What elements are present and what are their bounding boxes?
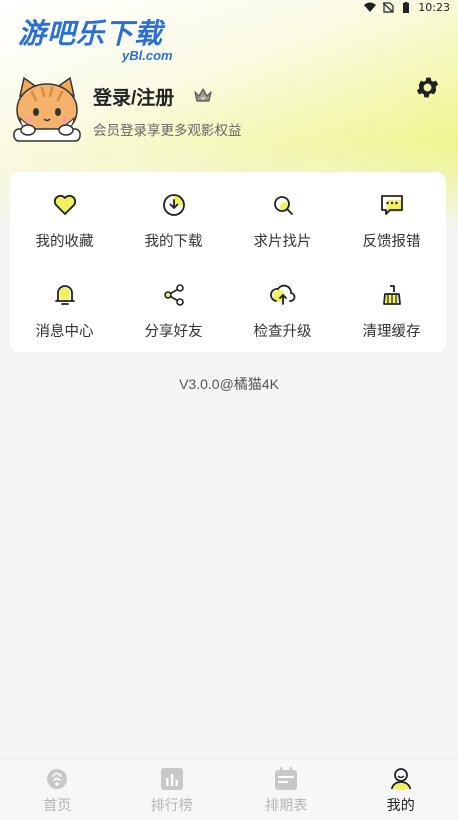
- avatar[interactable]: [12, 74, 82, 144]
- download-icon: [162, 194, 185, 216]
- tab-home[interactable]: 首页: [0, 759, 115, 820]
- broom-icon: [382, 285, 401, 305]
- watermark-title: 游吧乐下载: [18, 18, 164, 49]
- calendar-icon: [275, 767, 298, 790]
- menu-item-feedback[interactable]: 反馈报错: [337, 172, 446, 262]
- watermark-logo: 游吧乐下载 yBl.com: [18, 18, 188, 66]
- tab-label: 排期表: [265, 797, 308, 813]
- menu-item-label: 求片找片: [253, 234, 312, 250]
- home-icon: [47, 769, 68, 789]
- menu-item-label: 反馈报错: [362, 234, 421, 250]
- menu-item-clear-cache[interactable]: 清理缓存: [337, 262, 446, 352]
- menu-item-downloads[interactable]: 我的下载: [119, 172, 228, 262]
- menu-item-check-upgrade[interactable]: 检查升级: [228, 262, 337, 352]
- feedback-icon: [380, 195, 403, 215]
- heart-icon: [53, 194, 76, 215]
- tab-label: 排行榜: [150, 797, 193, 813]
- chart-icon: [160, 768, 183, 790]
- version-text: V3.0.0@橘猫4K: [179, 376, 279, 392]
- menu-item-label: 消息中心: [35, 324, 94, 340]
- user-icon: [390, 768, 411, 790]
- tab-label: 首页: [43, 797, 72, 813]
- menu-item-messages[interactable]: 消息中心: [10, 262, 119, 352]
- gear-icon[interactable]: [414, 74, 441, 101]
- menu-card: 我的收藏 我的下载 求片找片 反馈报错 消息中心 分享好友 检查升级 清理缓存: [10, 172, 446, 352]
- battery-icon: [403, 1, 410, 13]
- no-sim-icon: [382, 1, 394, 13]
- tab-rankings[interactable]: 排行榜: [115, 759, 230, 820]
- menu-item-label: 我的下载: [144, 234, 203, 250]
- menu-item-label: 清理缓存: [362, 324, 421, 340]
- upgrade-icon: [269, 284, 295, 305]
- tab-label: 我的: [386, 797, 415, 813]
- menu-item-label: 分享好友: [144, 324, 203, 340]
- wifi-icon: [364, 2, 377, 12]
- bell-icon: [54, 285, 75, 305]
- watermark-sub: yBl.com: [122, 48, 173, 63]
- menu-item-label: 我的收藏: [35, 234, 94, 250]
- menu-item-favorites[interactable]: 我的收藏: [10, 172, 119, 262]
- bottom-tab-bar: 首页 排行榜 排期表 我的: [0, 758, 458, 820]
- tab-mine[interactable]: 我的: [344, 759, 458, 820]
- status-bar: 10:23: [0, 0, 458, 14]
- tab-schedule[interactable]: 排期表: [229, 759, 344, 820]
- search-film-icon: [273, 196, 293, 215]
- share-icon: [163, 284, 184, 306]
- profile-subtitle: 会员登录享更多观影权益: [93, 123, 242, 138]
- login-register-link[interactable]: 登录/注册: [93, 83, 174, 110]
- status-time: 10:23: [418, 0, 450, 14]
- crown-icon: [194, 88, 212, 102]
- menu-item-request-film[interactable]: 求片找片: [228, 172, 337, 262]
- menu-item-label: 检查升级: [253, 324, 312, 340]
- menu-item-share[interactable]: 分享好友: [119, 262, 228, 352]
